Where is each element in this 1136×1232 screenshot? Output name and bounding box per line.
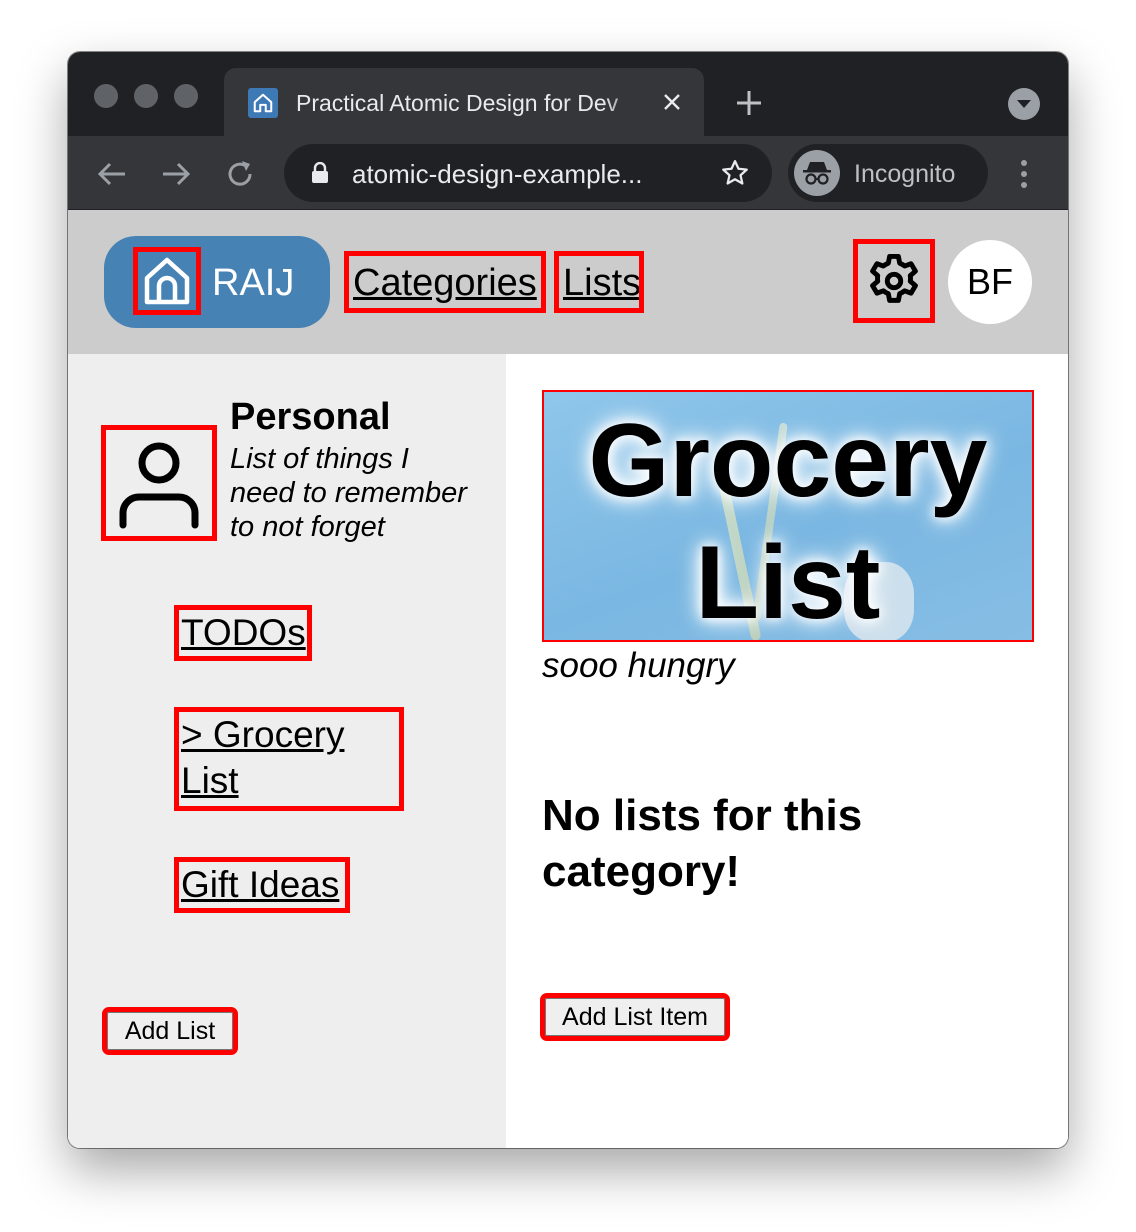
reload-icon[interactable] xyxy=(220,154,260,194)
category-name: Personal xyxy=(230,396,391,438)
brand-button[interactable]: RAIJ xyxy=(104,236,330,328)
list-link-todos[interactable]: TODOs xyxy=(174,605,312,661)
page-content: RAIJ Categories Lists BF Personal List o… xyxy=(68,210,1068,1148)
new-tab-icon[interactable] xyxy=(732,86,766,120)
list-title: Grocery List xyxy=(588,403,988,641)
list-hero-banner: Grocery List xyxy=(542,390,1034,642)
browser-tab[interactable]: Practical Atomic Design for Dev xyxy=(224,68,704,136)
list-link-gift-ideas[interactable]: Gift Ideas xyxy=(174,857,350,913)
lock-icon xyxy=(310,161,330,184)
home-icon xyxy=(248,88,278,118)
nav-link-lists[interactable]: Lists xyxy=(554,251,644,313)
close-window-button[interactable] xyxy=(94,84,118,108)
incognito-icon xyxy=(794,150,840,196)
app-header: RAIJ Categories Lists BF xyxy=(68,210,1068,354)
address-bar[interactable]: atomic-design-example... xyxy=(284,144,772,202)
minimize-window-button[interactable] xyxy=(134,84,158,108)
chevron-down-icon[interactable] xyxy=(1008,88,1040,120)
more-menu-icon[interactable] xyxy=(1008,154,1040,194)
url-text: atomic-design-example... xyxy=(352,159,643,189)
incognito-label: Incognito xyxy=(854,160,956,188)
bookmark-star-icon[interactable] xyxy=(718,156,752,190)
browser-toolbar: atomic-design-example... Incognito xyxy=(68,136,1068,210)
brand-name: RAIJ xyxy=(212,262,295,304)
tab-bar: Practical Atomic Design for Dev xyxy=(68,52,1068,136)
category-description: List of things I need to remember to not… xyxy=(230,443,467,543)
tab-close-icon[interactable] xyxy=(658,88,686,116)
list-link-grocery-list[interactable]: > Grocery List xyxy=(174,707,404,811)
sidebar: Personal List of things I need to rememb… xyxy=(68,354,506,1148)
back-arrow-icon[interactable] xyxy=(92,154,132,194)
zoom-window-button[interactable] xyxy=(174,84,198,108)
nav-link-categories[interactable]: Categories xyxy=(344,251,546,313)
user-avatar[interactable]: BF xyxy=(948,240,1032,324)
settings-button[interactable] xyxy=(853,239,935,323)
list-caption: sooo hungry xyxy=(542,646,735,685)
gear-icon xyxy=(870,254,918,303)
forward-arrow-icon[interactable] xyxy=(156,154,196,194)
incognito-indicator[interactable]: Incognito xyxy=(788,144,988,202)
add-list-item-button[interactable]: Add List Item xyxy=(540,993,730,1041)
browser-window: Practical Atomic Design for Dev atomic-d… xyxy=(68,52,1068,1148)
home-icon xyxy=(133,247,201,315)
empty-state-message: No lists for this category! xyxy=(542,791,863,896)
tab-title: Practical Atomic Design for Dev xyxy=(296,90,619,116)
user-icon xyxy=(101,425,217,541)
add-list-button[interactable]: Add List xyxy=(102,1007,238,1055)
main-panel: Grocery List sooo hungry No lists for th… xyxy=(506,354,1068,1148)
